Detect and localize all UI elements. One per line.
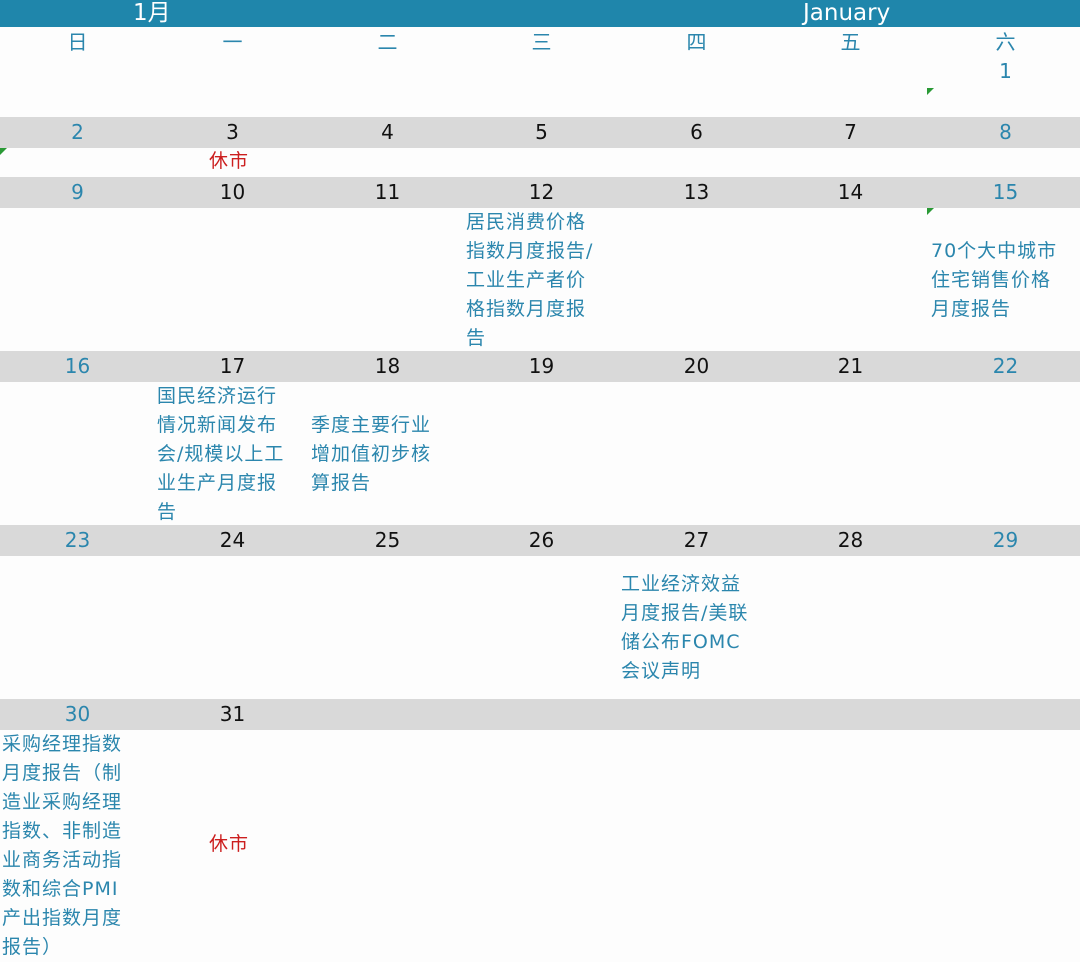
day-number: 18 xyxy=(374,354,401,378)
day-number: 15 xyxy=(992,180,1019,204)
day-number: 16 xyxy=(64,354,91,378)
day-number: 28 xyxy=(837,528,864,552)
day-number: 29 xyxy=(992,528,1019,552)
comment-marker-icon xyxy=(0,148,7,155)
day-number: 26 xyxy=(528,528,555,552)
event-cpi-ppi-report: 居民消费价格 指数月度报告/ 工业生产者价 格指数月度报 告 xyxy=(466,211,594,349)
weekday-sat: 六 xyxy=(995,30,1016,54)
event-housing-price-report: 70个大中城市 住宅销售价格 月度报告 xyxy=(931,240,1058,320)
day-number: 1 xyxy=(999,59,1012,83)
day-number: 3 xyxy=(226,120,239,144)
day-number: 21 xyxy=(837,354,864,378)
weekday-sun: 日 xyxy=(67,30,88,54)
comment-marker-icon xyxy=(927,88,934,95)
day-number: 19 xyxy=(528,354,555,378)
day-number: 25 xyxy=(374,528,401,552)
day-number: 9 xyxy=(71,180,84,204)
day-number: 30 xyxy=(64,702,91,726)
day-number: 8 xyxy=(999,120,1012,144)
event-market-closed: 休市 xyxy=(209,150,250,172)
day-number: 12 xyxy=(528,180,555,204)
day-number: 24 xyxy=(219,528,246,552)
day-number: 2 xyxy=(71,120,84,144)
day-number: 31 xyxy=(219,702,246,726)
weekday-thu: 四 xyxy=(686,30,707,54)
day-number: 20 xyxy=(683,354,710,378)
calendar-header: 1月 January xyxy=(0,0,1080,27)
event-market-closed: 休市 xyxy=(209,833,250,855)
day-number: 11 xyxy=(374,180,401,204)
day-number: 6 xyxy=(690,120,703,144)
event-industry-value-added-report: 季度主要行业 增加值初步核 算报告 xyxy=(311,414,432,494)
day-number: 14 xyxy=(837,180,864,204)
event-pmi-report: 采购经理指数 月度报告（制 造业采购经理 指数、非制造 业商务活动指 数和综合P… xyxy=(2,733,123,958)
day-number: 23 xyxy=(64,528,91,552)
month-title-cn: 1月 xyxy=(133,0,171,26)
event-economy-press-conference: 国民经济运行 情况新闻发布 会/规模以上工 业生产月度报 告 xyxy=(157,385,285,523)
day-number: 22 xyxy=(992,354,1019,378)
day-number: 5 xyxy=(535,120,548,144)
day-number: 7 xyxy=(844,120,857,144)
month-title-en: January xyxy=(803,0,891,26)
day-number: 13 xyxy=(683,180,710,204)
comment-marker-icon xyxy=(927,208,934,215)
day-number: 10 xyxy=(219,180,246,204)
weekday-tue: 二 xyxy=(377,30,398,54)
day-number: 27 xyxy=(683,528,710,552)
event-industrial-profit-fomc: 工业经济效益 月度报告/美联 储公布FOMC 会议声明 xyxy=(621,573,749,682)
day-number: 4 xyxy=(381,120,394,144)
weekday-mon: 一 xyxy=(222,30,243,54)
weekday-wed: 三 xyxy=(531,30,552,54)
weekday-fri: 五 xyxy=(840,30,861,54)
day-number: 17 xyxy=(219,354,246,378)
